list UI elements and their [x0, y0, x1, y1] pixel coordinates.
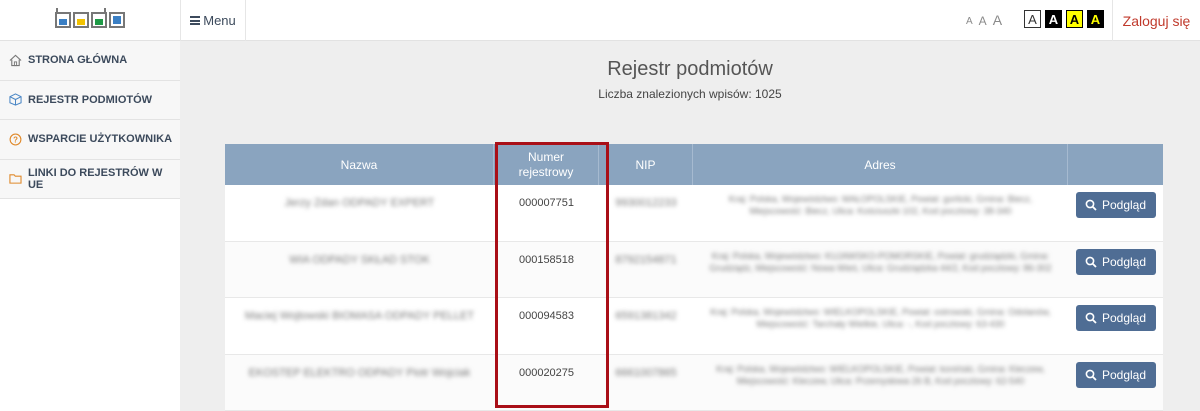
- bdo-logo-mark: [55, 7, 125, 28]
- cell-nip: 8792154871: [615, 253, 677, 266]
- register-table: Nazwa Numer rejestrowy NIP Adres Jerzy Z…: [225, 144, 1163, 411]
- menu-label: Menu: [203, 13, 236, 28]
- column-header-nip[interactable]: NIP: [599, 144, 693, 185]
- cell-nip: 6591381342: [615, 310, 677, 322]
- cell-actions: Podgląd: [1068, 242, 1163, 298]
- font-size-controls: A A A: [966, 11, 1002, 27]
- cell-number: 000007751: [518, 197, 575, 209]
- login-link[interactable]: Zaloguj się: [1112, 0, 1200, 41]
- view-button[interactable]: Podgląd: [1075, 305, 1156, 331]
- table-row: EKOSTEP ELEKTRO ODPADY Piotr Wojciak 000…: [225, 354, 1163, 411]
- help-icon: ?: [9, 133, 22, 146]
- view-button-label: Podgląd: [1101, 198, 1147, 212]
- bdo-logo[interactable]: [0, 0, 180, 41]
- svg-text:?: ?: [13, 135, 18, 144]
- column-header-number[interactable]: Numer rejestrowy: [494, 144, 599, 185]
- contrast-default[interactable]: A: [1024, 10, 1041, 28]
- font-size-medium[interactable]: A: [979, 15, 987, 27]
- column-header-address[interactable]: Adres: [693, 144, 1068, 185]
- contrast-controls: A A A A: [1024, 10, 1104, 28]
- sidebar-item-register[interactable]: REJESTR PODMIOTÓW: [0, 80, 180, 120]
- contrast-yellow-black[interactable]: A: [1066, 10, 1083, 28]
- table-row: Maciej Wojtowski BIOMASA ODPADY PELLET 0…: [225, 298, 1163, 355]
- cell-name: Maciej Wojtowski BIOMASA ODPADY PELLET: [244, 310, 475, 322]
- sidebar-item-label: WSPARCIE UŻYTKOWNIKA: [28, 133, 173, 146]
- sidebar-item-label: REJESTR PODMIOTÓW: [28, 93, 153, 106]
- cell-number: 000020275: [518, 366, 575, 379]
- folder-icon: [9, 174, 22, 184]
- contrast-black-yellow[interactable]: A: [1087, 10, 1104, 28]
- cell-number: 000094583: [518, 310, 575, 322]
- cell-name: WIA ODPADY SKŁAD STOK: [289, 253, 430, 266]
- cell-nip: 6661007865: [615, 366, 677, 379]
- cell-number: 000158518: [518, 253, 575, 266]
- cell-address: Kraj: Polska, Województwo: WIELKOPOLSKIE…: [710, 307, 1051, 329]
- column-header-actions: [1068, 144, 1163, 185]
- table-body: Jerzy Zdan ODPADY EXPERT 000007751 99300…: [225, 185, 1163, 411]
- cell-name: Jerzy Zdan ODPADY EXPERT: [284, 197, 435, 209]
- view-button-label: Podgląd: [1101, 254, 1147, 269]
- contrast-black-white[interactable]: A: [1045, 10, 1062, 28]
- font-size-small[interactable]: A: [966, 17, 973, 27]
- cell-address: Kraj: Polska, Województwo: MAŁOPOLSKIE, …: [728, 194, 1033, 216]
- table-row: Jerzy Zdan ODPADY EXPERT 000007751 99300…: [225, 185, 1163, 242]
- column-header-name[interactable]: Nazwa: [225, 144, 494, 185]
- main-content: Rejestr podmiotów Liczba znalezionych wp…: [180, 41, 1200, 411]
- sidebar: STRONA GŁÓWNA REJESTR PODMIOTÓW ? WSPARC…: [0, 41, 180, 411]
- cell-actions: Podgląd: [1068, 185, 1163, 241]
- cell-actions: Podgląd: [1068, 298, 1163, 354]
- cell-actions: Podgląd: [1068, 355, 1163, 411]
- search-icon: [1085, 312, 1097, 324]
- column-header-number-label: Numer rejestrowy: [518, 149, 574, 179]
- hamburger-icon: [190, 16, 201, 25]
- sidebar-item-home[interactable]: STRONA GŁÓWNA: [0, 41, 180, 81]
- sidebar-item-eu-links[interactable]: LINKI DO REJESTRÓW W UE: [0, 159, 180, 199]
- font-size-large[interactable]: A: [993, 13, 1002, 27]
- menu-button[interactable]: Menu: [180, 0, 246, 41]
- results-count: Liczba znalezionych wpisów: 1025: [598, 87, 782, 101]
- search-icon: [1085, 369, 1097, 381]
- page-title: Rejestr podmiotów: [607, 58, 773, 80]
- view-button[interactable]: Podgląd: [1075, 192, 1156, 218]
- cell-name: EKOSTEP ELEKTRO ODPADY Piotr Wojciak: [248, 366, 471, 379]
- sidebar-item-label: STRONA GŁÓWNA: [28, 54, 128, 67]
- view-button-label: Podgląd: [1101, 311, 1147, 325]
- view-button[interactable]: Podgląd: [1075, 248, 1156, 275]
- table-row: WIA ODPADY SKŁAD STOK 000158518 87921548…: [225, 241, 1163, 298]
- search-icon: [1085, 199, 1097, 211]
- search-icon: [1085, 256, 1097, 268]
- top-bar: Menu A A A A A A A Zaloguj się: [0, 0, 1200, 41]
- table-header: Nazwa Numer rejestrowy NIP Adres: [225, 144, 1163, 185]
- cell-nip: 9930012233: [615, 197, 677, 209]
- cell-address: Kraj: Polska, Województwo: KUJAWSKO-POMO…: [709, 250, 1052, 273]
- sidebar-item-support[interactable]: ? WSPARCIE UŻYTKOWNIKA: [0, 120, 180, 160]
- sidebar-item-label: LINKI DO REJESTRÓW W UE: [27, 166, 163, 191]
- view-button[interactable]: Podgląd: [1075, 361, 1156, 388]
- view-button-label: Podgląd: [1101, 367, 1147, 382]
- home-icon: [9, 54, 22, 66]
- cube-icon: [9, 93, 22, 106]
- cell-address: Kraj: Polska, Województwo: WIELKOPOLSKIE…: [716, 363, 1045, 386]
